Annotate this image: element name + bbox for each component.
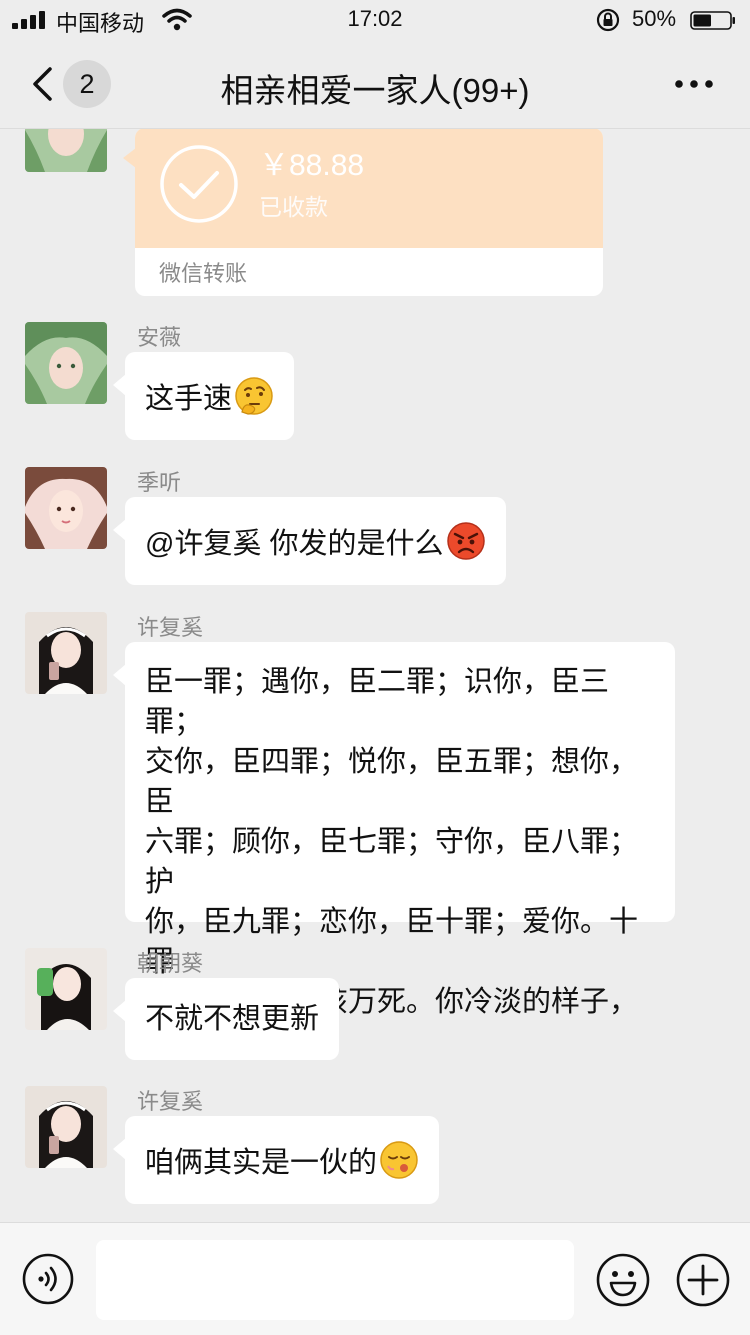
- battery-icon: [690, 11, 735, 30]
- message-bubble[interactable]: 不就不想更新: [113, 978, 340, 1060]
- nav-bar-overlay: 2 相亲相爱一家人(99+): [0, 40, 750, 129]
- message-text-line: 你，臣九罪；恋你，臣十罪；爱你。十罪: [145, 906, 639, 978]
- sender-name: 朝朝葵: [137, 951, 204, 976]
- check-circle-icon: [160, 145, 238, 223]
- transfer-card[interactable]: ￥88.88 已收款 微信转账: [135, 128, 603, 296]
- message-bubble[interactable]: 臣一罪；遇你，臣二罪；识你，臣三罪； 交你，臣四罪；悦你，臣五罪；想你，臣 六罪…: [113, 642, 675, 1058]
- input-bar: [0, 1222, 750, 1335]
- message-text: 不就不想更新: [145, 1003, 320, 1035]
- battery-percent: 50%: [632, 6, 677, 31]
- message-text-line: 臣一罪；遇你，臣二罪；识你，臣三罪；: [145, 666, 610, 738]
- bubble-tail: [113, 1000, 126, 1022]
- avatar[interactable]: [25, 1086, 107, 1168]
- shushing-face-emoji: [380, 1141, 418, 1179]
- transfer-amount: ￥88.88: [259, 149, 365, 182]
- message-text: @许复奚 你发的是什么: [145, 528, 444, 560]
- message-text-line: 六罪；顾你，臣七罪；守你，臣八罪；护: [145, 826, 639, 898]
- sender-name: 许复奚: [137, 1089, 204, 1114]
- rotation-lock-icon: [596, 8, 620, 32]
- voice-icon[interactable]: [22, 1253, 74, 1305]
- more-options-icon[interactable]: [672, 70, 716, 98]
- message-text-line: 交你，臣四罪；悦你，臣五罪；想你，臣: [145, 746, 639, 818]
- transfer-label: 微信转账: [159, 261, 248, 286]
- thinking-face-emoji: [235, 377, 273, 415]
- sender-name: 许复奚: [137, 615, 204, 640]
- sender-name: 季听: [137, 470, 182, 495]
- message-bubble[interactable]: 咱俩其实是一伙的: [113, 1116, 440, 1204]
- angry-face-emoji: [446, 522, 485, 560]
- transfer-status: 已收款: [259, 194, 328, 220]
- bubble-tail: [113, 1138, 126, 1160]
- bubble-tail: [113, 664, 126, 686]
- message-text: 咱俩其实是一伙的: [145, 1147, 378, 1179]
- bubble-tail: [113, 519, 126, 541]
- message-bubble[interactable]: @许复奚 你发的是什么: [113, 497, 506, 585]
- message-text: 这手速: [145, 383, 233, 415]
- bubble-tail: [113, 374, 126, 396]
- avatar[interactable]: [25, 612, 107, 694]
- message-bubble[interactable]: 这手速: [113, 352, 295, 440]
- avatar[interactable]: [25, 467, 107, 549]
- avatar[interactable]: [25, 948, 107, 1030]
- transfer-header: ￥88.88 已收款: [135, 128, 603, 248]
- unread-count-badge[interactable]: 2: [63, 60, 111, 108]
- plus-icon[interactable]: [676, 1253, 730, 1307]
- status-bar: 中国移动 17:02 50%: [0, 0, 750, 40]
- emoji-icon[interactable]: [596, 1253, 650, 1307]
- sender-name: 安薇: [137, 325, 182, 350]
- avatar[interactable]: [25, 322, 107, 404]
- back-chevron-icon[interactable]: [30, 66, 54, 102]
- message-input[interactable]: [96, 1240, 574, 1320]
- chat-title: 相亲相爱一家人(99+): [220, 72, 530, 109]
